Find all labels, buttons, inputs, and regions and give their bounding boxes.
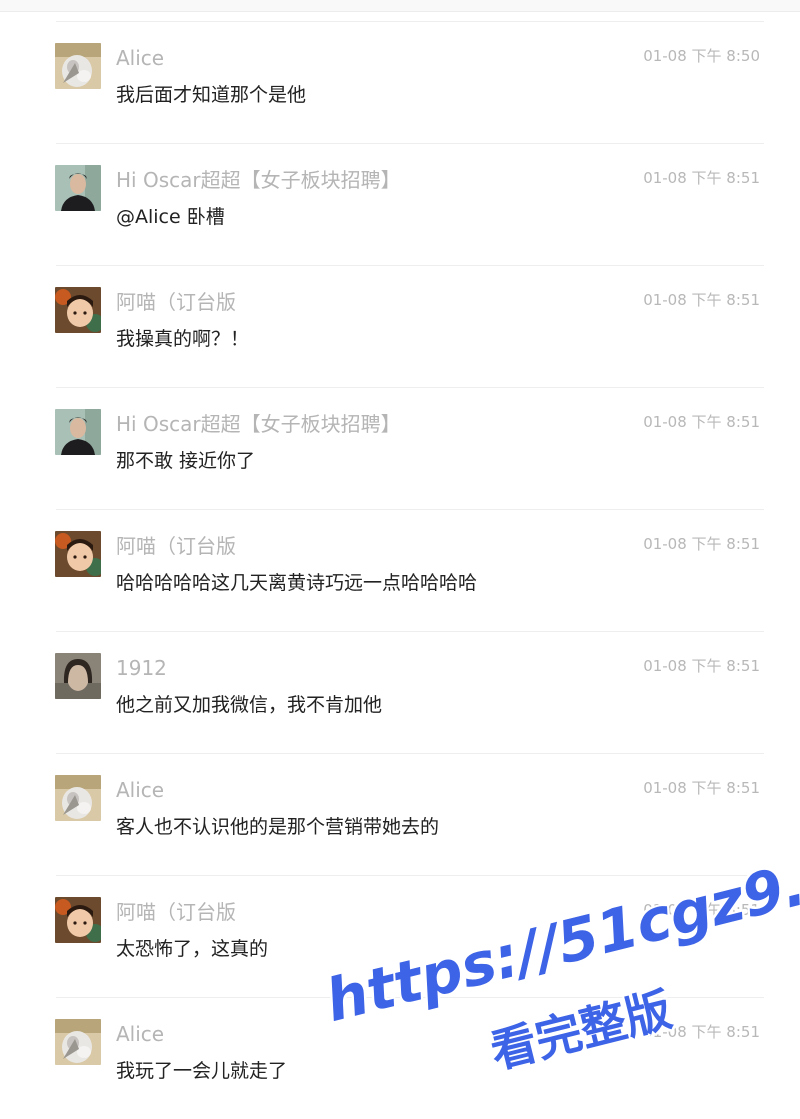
- message-item[interactable]: Alice 01-08 下午 8:50 我后面才知道那个是他: [0, 21, 800, 143]
- avatar-image: [55, 409, 101, 455]
- avatar-image: [55, 165, 101, 211]
- message-item[interactable]: Alice 01-08 下午 8:51 客人也不认识他的是那个营销带她去的: [0, 753, 800, 875]
- message-text: 我玩了一会儿就走了: [116, 1060, 288, 1082]
- avatar-alice[interactable]: [55, 775, 101, 821]
- sender-name[interactable]: Alice: [116, 1021, 164, 1047]
- avatar-child[interactable]: [55, 531, 101, 577]
- message-time: 01-08 下午 8:51: [643, 413, 760, 431]
- message-time: 01-08 下午 8:51: [643, 779, 760, 797]
- message-item[interactable]: 阿喵（订台版 01-08 下午 8:51 太恐怖了，这真的: [0, 875, 800, 997]
- message-item[interactable]: Alice 01-08 下午 8:51 我玩了一会儿就走了: [0, 997, 800, 1119]
- avatar-image: [55, 531, 101, 577]
- message-item[interactable]: Hi Oscar超超【女子板块招聘】 01-08 下午 8:51 那不敢 接近你…: [0, 387, 800, 509]
- avatar-child[interactable]: [55, 897, 101, 943]
- sender-name[interactable]: 1912: [116, 655, 167, 681]
- message-time: 01-08 下午 8:51: [643, 535, 760, 553]
- avatar-oscar[interactable]: [55, 409, 101, 455]
- message-time: 01-08 下午 8:51: [643, 291, 760, 309]
- avatar-image: [55, 653, 101, 699]
- message-text: 哈哈哈哈哈这几天离黄诗巧远一点哈哈哈哈: [116, 572, 478, 594]
- sender-name[interactable]: Alice: [116, 45, 164, 71]
- message-divider: [56, 21, 764, 22]
- message-divider: [56, 631, 764, 632]
- avatar-alice[interactable]: [55, 43, 101, 89]
- message-divider: [56, 143, 764, 144]
- message-text: 他之前又加我微信，我不肯加他: [116, 694, 383, 716]
- sender-name[interactable]: 阿喵（订台版: [116, 533, 236, 559]
- message-divider: [56, 387, 764, 388]
- message-time: 01-08 下午 8:50: [643, 47, 760, 65]
- chat-page: Alice 01-08 下午 8:50 我后面才知道那个是他 Hi Oscar超…: [0, 0, 800, 1102]
- sender-name[interactable]: Alice: [116, 777, 164, 803]
- message-text: 那不敢 接近你了: [116, 450, 256, 472]
- sender-name[interactable]: 阿喵（订台版: [116, 289, 236, 315]
- message-divider: [56, 875, 764, 876]
- message-divider: [56, 509, 764, 510]
- message-time: 01-08 下午 8:51: [643, 657, 760, 675]
- sender-name[interactable]: Hi Oscar超超【女子板块招聘】: [116, 411, 401, 437]
- avatar-1912[interactable]: [55, 653, 101, 699]
- message-text: 太恐怖了，这真的: [116, 938, 269, 960]
- avatar-image: [55, 775, 101, 821]
- message-item[interactable]: 阿喵（订台版 01-08 下午 8:51 哈哈哈哈哈这几天离黄诗巧远一点哈哈哈哈: [0, 509, 800, 631]
- sender-name[interactable]: Hi Oscar超超【女子板块招聘】: [116, 167, 401, 193]
- message-item[interactable]: 1912 01-08 下午 8:51 他之前又加我微信，我不肯加他: [0, 631, 800, 753]
- message-text: @Alice 卧槽: [116, 206, 225, 228]
- message-text: 我后面才知道那个是他: [116, 84, 307, 106]
- message-text: 客人也不认识他的是那个营销带她去的: [116, 816, 440, 838]
- message-divider: [56, 997, 764, 998]
- avatar-oscar[interactable]: [55, 165, 101, 211]
- message-time: 01-08 下午 8:51: [643, 169, 760, 187]
- message-list[interactable]: Alice 01-08 下午 8:50 我后面才知道那个是他 Hi Oscar超…: [0, 21, 800, 1102]
- message-divider: [56, 265, 764, 266]
- avatar-alice[interactable]: [55, 1019, 101, 1065]
- avatar-image: [55, 1019, 101, 1065]
- sender-name[interactable]: 阿喵（订台版: [116, 899, 236, 925]
- message-text: 我操真的啊？！: [116, 328, 250, 350]
- avatar-image: [55, 287, 101, 333]
- top-bar: [0, 0, 800, 12]
- avatar-image: [55, 897, 101, 943]
- avatar-image: [55, 43, 101, 89]
- avatar-child[interactable]: [55, 287, 101, 333]
- message-time: 01-08 下午 8:51: [643, 1023, 760, 1041]
- message-item[interactable]: 阿喵（订台版 01-08 下午 8:51 我操真的啊？！: [0, 265, 800, 387]
- message-divider: [56, 753, 764, 754]
- message-time: 01-08 下午 8:51: [643, 901, 760, 919]
- message-item[interactable]: Hi Oscar超超【女子板块招聘】 01-08 下午 8:51 @Alice …: [0, 143, 800, 265]
